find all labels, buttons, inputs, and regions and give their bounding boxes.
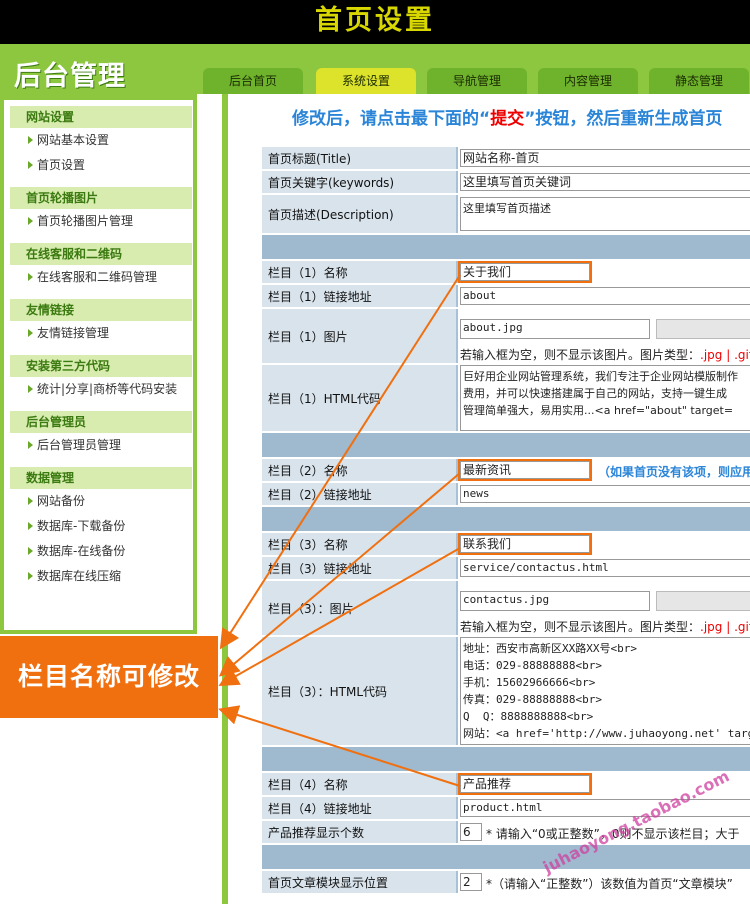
form-row: 栏目（1）链接地址 about xyxy=(262,285,750,307)
tab-static[interactable]: 静态管理 xyxy=(649,68,749,94)
column3-image-input[interactable]: contactus.jpg xyxy=(460,591,650,611)
form-row: 栏目（2）链接地址 news xyxy=(262,483,750,505)
column4-name-input[interactable]: 产品推荐 xyxy=(458,773,592,795)
column1-link-input[interactable]: about xyxy=(460,287,750,305)
column4-link-input[interactable]: product.html xyxy=(460,799,750,817)
column1-image-input[interactable]: about.jpg xyxy=(460,319,650,339)
tab-home[interactable]: 后台首页 xyxy=(203,68,303,94)
form-row: 首页描述(Description) 这里填写首页描述 xyxy=(262,195,750,233)
column3-link-input[interactable]: service/contactus.html xyxy=(460,559,750,577)
title-input[interactable]: 网站名称-首页 xyxy=(460,149,750,167)
browse-button[interactable] xyxy=(656,319,750,339)
form-row: 栏目（3）名称 联系我们 xyxy=(262,533,750,555)
sidebar-item[interactable]: 首页设置 xyxy=(4,153,193,178)
sidebar-group: 安装第三方代码 xyxy=(10,355,192,377)
keywords-input[interactable]: 这里填写首页关键词 xyxy=(460,173,750,191)
image-hint: 若输入框为空，则不显示该图片。图片类型：.jpg | .gif xyxy=(460,620,750,634)
form-row: 栏目（3）：图片 contactus.jpg 若输入框为空，则不显示该图片。图片… xyxy=(262,581,750,635)
tab-navigation[interactable]: 导航管理 xyxy=(427,68,527,94)
section-divider xyxy=(262,433,750,457)
column3-name-input[interactable]: 联系我们 xyxy=(458,533,592,555)
top-banner: 首页设置 xyxy=(0,0,750,44)
form-row: 首页标题(Title) 网站名称-首页 xyxy=(262,147,750,169)
form-row: 栏目（1）HTML代码 巨好用企业网站管理系统，我们专注于企业网站模版制作 费用，… xyxy=(262,365,750,431)
form-row: 栏目（1）名称 关于我们 xyxy=(262,261,750,283)
description-textarea[interactable]: 这里填写首页描述 xyxy=(460,197,750,231)
tab-system-settings[interactable]: 系统设置 xyxy=(316,68,416,94)
tab-content[interactable]: 内容管理 xyxy=(538,68,638,94)
column1-name-input[interactable]: 关于我们 xyxy=(458,261,592,283)
form-row: 栏目（1）图片 about.jpg 若输入框为空，则不显示该图片。图片类型：.j… xyxy=(262,309,750,363)
column2-link-input[interactable]: news xyxy=(460,485,750,503)
column2-hint: （如果首页没有该项，则应用 xyxy=(598,465,750,479)
form-row: 首页文章模块显示位置 2 *（请输入“正整数”）该数值为首页“文章模块” xyxy=(262,871,750,893)
sidebar-item[interactable]: 数据库-在线备份 xyxy=(4,539,193,564)
sidebar-group: 后台管理员 xyxy=(10,411,192,433)
section-divider xyxy=(262,747,750,771)
sidebar: 网站设置 网站基本设置 首页设置 首页轮播图片 首页轮播图片管理 在线客服和二维… xyxy=(0,94,197,634)
sidebar-item[interactable]: 首页轮播图片管理 xyxy=(4,209,193,234)
section-divider xyxy=(262,507,750,531)
sidebar-group: 数据管理 xyxy=(10,467,192,489)
header: 后台管理 后台首页 系统设置 导航管理 内容管理 静态管理 xyxy=(0,44,750,94)
sidebar-group: 网站设置 xyxy=(10,106,192,128)
form-row: 产品推荐显示个数 6 * 请输入“0或正整数”，0则不显示该栏目；大于 xyxy=(262,821,750,843)
form-row: 栏目（3）链接地址 service/contactus.html xyxy=(262,557,750,579)
callout-label: 栏目名称可修改 xyxy=(0,636,218,718)
column2-name-input[interactable]: 最新资讯 xyxy=(458,459,592,481)
column1-html-textarea[interactable]: 巨好用企业网站管理系统，我们专注于企业网站模版制作 费用，并可以快速搭建属于自己… xyxy=(460,365,750,431)
sidebar-group: 友情链接 xyxy=(10,299,192,321)
sidebar-item[interactable]: 数据库在线压缩 xyxy=(4,564,193,589)
sidebar-item[interactable]: 友情链接管理 xyxy=(4,321,193,346)
form-row: 栏目（2）名称 最新资讯 （如果首页没有该项，则应用 xyxy=(262,459,750,481)
product-count-input[interactable]: 6 xyxy=(460,823,482,841)
article-position-input[interactable]: 2 xyxy=(460,873,482,891)
sidebar-border xyxy=(222,94,228,904)
sidebar-item[interactable]: 网站基本设置 xyxy=(4,128,193,153)
column3-html-textarea[interactable]: 地址：西安市高新区XX路XX号<br> 电话：029-88888888<br> … xyxy=(460,637,750,745)
banner-title: 首页设置 xyxy=(315,5,435,36)
image-hint: 若输入框为空，则不显示该图片。图片类型：.jpg | .gif xyxy=(460,348,750,362)
main-content: 修改后，请点击最下面的“提交”按钮，然后重新生成首页 首页标题(Title) 网站… xyxy=(258,94,750,904)
sidebar-item[interactable]: 后台管理员管理 xyxy=(4,433,193,458)
notice-text: 修改后，请点击最下面的“提交”按钮，然后重新生成首页 xyxy=(292,109,723,129)
sidebar-item[interactable]: 统计|分享|商桥等代码安装 xyxy=(4,377,193,402)
article-position-hint: *（请输入“正整数”）该数值为首页“文章模块” xyxy=(486,877,733,891)
logo: 后台管理 xyxy=(14,61,126,92)
sidebar-group: 在线客服和二维码 xyxy=(10,243,192,265)
sidebar-item[interactable]: 在线客服和二维码管理 xyxy=(4,265,193,290)
sidebar-item[interactable]: 数据库-下载备份 xyxy=(4,514,193,539)
section-divider xyxy=(262,235,750,259)
browse-button[interactable] xyxy=(656,591,750,611)
form-row: 首页关键字(keywords) 这里填写首页关键词 xyxy=(262,171,750,193)
sidebar-item[interactable]: 网站备份 xyxy=(4,489,193,514)
sidebar-group: 首页轮播图片 xyxy=(10,187,192,209)
section-divider xyxy=(262,845,750,869)
form-row: 栏目（3）：HTML代码 地址：西安市高新区XX路XX号<br> 电话：029-8… xyxy=(262,637,750,745)
